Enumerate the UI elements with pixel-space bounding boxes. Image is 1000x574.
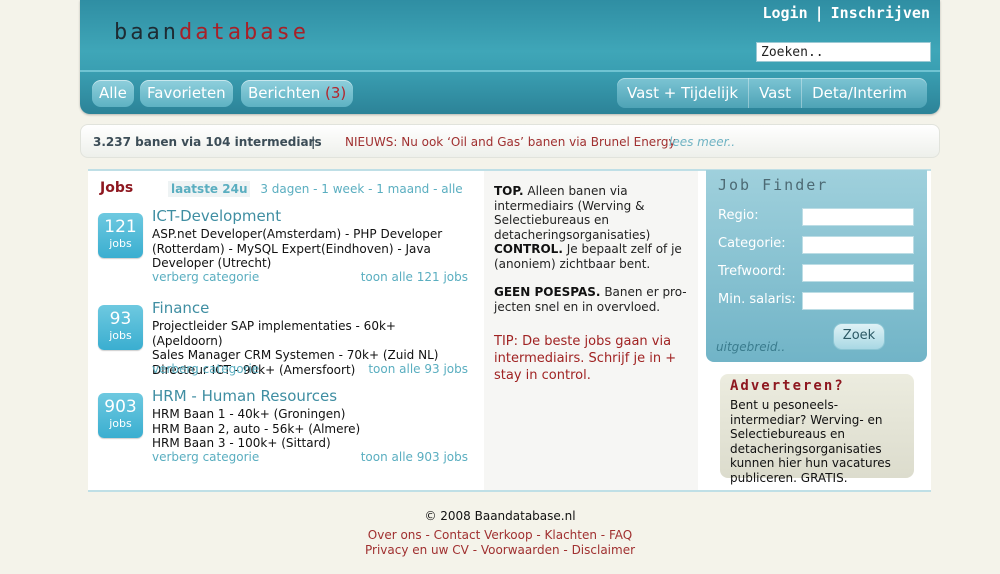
time-filter: laatste 24u 3 dagen - 1 week - 1 maand -… bbox=[168, 181, 463, 197]
job-category-ict: 121 jobs ICT-Development ASP.net Develop… bbox=[98, 207, 470, 285]
info-top: TOP. Alleen banen via intermediairs (Wer… bbox=[494, 184, 694, 242]
job-line[interactable]: Sales Manager CRM Systemen - 70k+ (Zuid … bbox=[152, 348, 452, 363]
filter-other-periods[interactable]: 3 dagen - 1 week - 1 maand - alle bbox=[260, 182, 462, 196]
categorie-label: Categorie: bbox=[718, 236, 786, 251]
job-category-hrm: 903 jobs HRM - Human Resources HRM Baan … bbox=[98, 387, 470, 465]
info-poespas-heading: GEEN POESPAS. bbox=[494, 285, 601, 299]
footer-link-voorwaarden[interactable]: Voorwaarden bbox=[481, 543, 560, 557]
job-stats: 3.237 banen via 104 intermediars bbox=[93, 135, 322, 149]
advertise-box: Adverteren? Bent u pesoneels-intermediar… bbox=[720, 374, 914, 485]
account-separator: | bbox=[814, 4, 824, 22]
copyright: © 2008 Baandatabase.nl bbox=[424, 509, 576, 523]
login-link[interactable]: Login bbox=[762, 4, 807, 22]
footer-separator: - bbox=[596, 528, 609, 542]
header-divider bbox=[80, 70, 940, 72]
job-count-label: jobs bbox=[109, 329, 132, 342]
show-all-jobs-link[interactable]: toon alle 93 jobs bbox=[368, 362, 468, 376]
tab-vast-tijdelijk[interactable]: Vast + Tijdelijk bbox=[617, 78, 748, 108]
job-category-finance: 93 jobs Finance Projectleider SAP implem… bbox=[98, 299, 470, 377]
job-line[interactable]: HRM Baan 1 - 40k+ (Groningen) bbox=[152, 407, 452, 422]
nav-tab-alle[interactable]: Alle bbox=[92, 80, 134, 107]
account-links: Login | Inschrijven bbox=[762, 4, 930, 22]
hide-category-link[interactable]: verberg categorie bbox=[152, 450, 259, 464]
info-control: CONTROL. Je bepaalt zelf of je (anoniem)… bbox=[494, 242, 694, 271]
job-line[interactable]: HRM Baan 3 - 100k+ (Sittard) bbox=[152, 436, 452, 451]
info-control-heading: CONTROL. bbox=[494, 242, 563, 256]
header: baandatabase Login | Inschrijven Alle Favo… bbox=[80, 0, 940, 114]
footer-link-disclaimer[interactable]: Disclaimer bbox=[572, 543, 635, 557]
job-count-badge[interactable]: 903 jobs bbox=[98, 393, 143, 438]
trefwoord-label: Trefwoord: bbox=[718, 264, 786, 279]
category-title[interactable]: HRM - Human Resources bbox=[152, 387, 337, 405]
nav-tab-berichten[interactable]: Berichten (3) bbox=[241, 80, 354, 107]
logo-part-database: database bbox=[178, 20, 309, 45]
news-separator: | bbox=[311, 135, 316, 149]
read-more-link[interactable]: lees meer.. bbox=[669, 125, 735, 159]
filter-latest-24h[interactable]: laatste 24u bbox=[168, 181, 251, 197]
job-count-label: jobs bbox=[109, 237, 132, 250]
tab-vast[interactable]: Vast bbox=[748, 78, 801, 108]
footer-separator: - bbox=[468, 543, 481, 557]
hide-category-link[interactable]: verberg categorie bbox=[152, 270, 259, 284]
footer-link-privacy[interactable]: Privacy en uw CV bbox=[365, 543, 469, 557]
berichten-label: Berichten bbox=[248, 84, 321, 102]
footer-separator: - bbox=[559, 543, 572, 557]
search-input[interactable] bbox=[756, 42, 931, 62]
job-type-tabs: Vast + Tijdelijk Vast Deta/Interim bbox=[617, 78, 927, 108]
regio-input[interactable] bbox=[802, 208, 914, 226]
advanced-search-link[interactable]: uitgebreid.. bbox=[716, 340, 785, 354]
categorie-input[interactable] bbox=[802, 236, 914, 254]
berichten-count-badge: (3) bbox=[325, 84, 347, 102]
footer-link-over-ons[interactable]: Over ons bbox=[368, 528, 422, 542]
info-top-heading: TOP. bbox=[494, 184, 524, 198]
news-bar: 3.237 banen via 104 intermediars | NIEUW… bbox=[80, 124, 940, 158]
job-count-badge[interactable]: 121 jobs bbox=[98, 213, 143, 258]
job-count-badge[interactable]: 93 jobs bbox=[98, 305, 143, 350]
show-all-jobs-link[interactable]: toon alle 903 jobs bbox=[361, 450, 468, 464]
footer-separator: - bbox=[421, 528, 434, 542]
trefwoord-input[interactable] bbox=[802, 264, 914, 282]
nav-tab-favorieten[interactable]: Favorieten bbox=[140, 80, 233, 107]
category-jobs-list[interactable]: ASP.net Developer(Amsterdam) - PHP Devel… bbox=[152, 227, 452, 271]
job-line[interactable]: HRM Baan 2, auto - 56k+ (Almere) bbox=[152, 422, 452, 437]
job-count-label: jobs bbox=[109, 417, 132, 430]
search-jobs-button[interactable]: Zoek bbox=[833, 323, 885, 350]
tab-deta-interim[interactable]: Deta/Interim bbox=[801, 78, 917, 108]
min-salary-input[interactable] bbox=[802, 292, 914, 310]
footer-link-faq[interactable]: FAQ bbox=[609, 528, 632, 542]
hide-category-link[interactable]: verberg categorie bbox=[152, 362, 259, 376]
min-salary-label: Min. salaris: bbox=[718, 292, 796, 307]
category-title[interactable]: Finance bbox=[152, 299, 209, 317]
job-finder-title: Job Finder bbox=[718, 176, 829, 194]
footer-link-contact[interactable]: Contact Verkoop bbox=[434, 528, 533, 542]
job-finder-panel: Job Finder Regio: Categorie: Trefwoord: … bbox=[706, 170, 927, 362]
footer-separator: - bbox=[532, 528, 545, 542]
footer-links-row-1: Over ons - Contact Verkoop - Klachten - … bbox=[0, 528, 1000, 542]
job-count: 903 bbox=[104, 397, 137, 417]
category-title[interactable]: ICT-Development bbox=[152, 207, 281, 225]
footer-links-row-2: Privacy en uw CV - Voorwaarden - Disclai… bbox=[0, 543, 1000, 557]
advertise-title[interactable]: Adverteren? bbox=[730, 378, 845, 394]
news-headline[interactable]: NIEUWS: Nu ook ‘Oil and Gas’ banen via B… bbox=[345, 125, 676, 159]
job-count: 121 bbox=[104, 217, 137, 237]
job-count: 93 bbox=[109, 309, 132, 329]
jobs-heading: Jobs bbox=[100, 180, 134, 196]
site-logo[interactable]: baandatabase bbox=[114, 20, 309, 45]
info-poespas: GEEN POESPAS. Banen er pro-jecten snel e… bbox=[494, 285, 694, 314]
category-jobs-list: HRM Baan 1 - 40k+ (Groningen) HRM Baan 2… bbox=[152, 407, 452, 451]
logo-part-baan: baan bbox=[114, 20, 179, 45]
regio-label: Regio: bbox=[718, 208, 759, 223]
job-line[interactable]: Projectleider SAP implementaties - 60k+ … bbox=[152, 319, 452, 348]
tip-text: TIP: De beste jobs gaan via intermediair… bbox=[494, 334, 677, 383]
show-all-jobs-link[interactable]: toon alle 121 jobs bbox=[361, 270, 468, 284]
register-link[interactable]: Inschrijven bbox=[831, 4, 930, 22]
info-column: TOP. Alleen banen via intermediairs (Wer… bbox=[484, 171, 698, 490]
advertise-text: Bent u pesoneels-intermediar? Werving- e… bbox=[730, 398, 891, 485]
footer-link-klachten[interactable]: Klachten bbox=[545, 528, 597, 542]
